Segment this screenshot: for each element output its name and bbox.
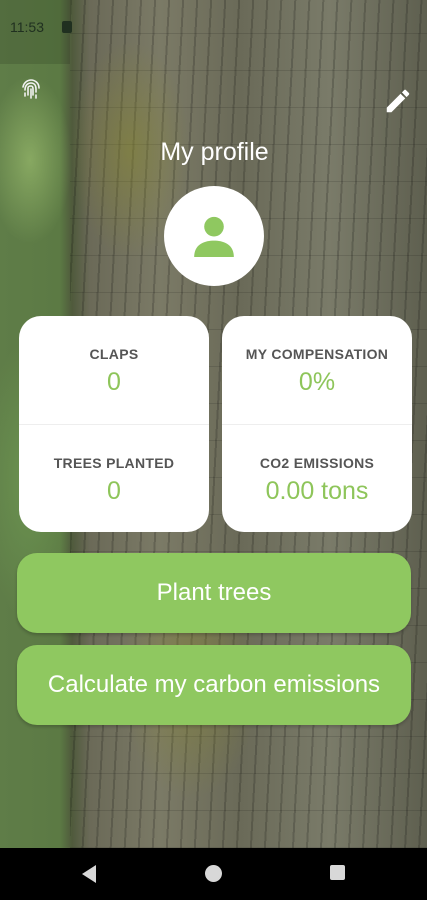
calculate-emissions-button[interactable]: Calculate my carbon emissions	[17, 645, 411, 725]
status-notification-icon	[62, 21, 72, 33]
claps-stat: CLAPS 0	[19, 316, 209, 424]
co2-emissions-label: CO2 EMISSIONS	[259, 455, 375, 471]
trees-planted-stat: TREES PLANTED 0	[19, 424, 209, 533]
trees-planted-value: 0	[107, 477, 121, 505]
plant-trees-button[interactable]: Plant trees	[17, 553, 411, 633]
system-nav-bar	[0, 848, 427, 900]
pencil-icon[interactable]	[383, 86, 413, 116]
compensation-stat: MY COMPENSATION 0%	[222, 316, 412, 424]
status-time: 11:53	[10, 19, 44, 35]
avatar[interactable]	[164, 186, 264, 286]
back-icon[interactable]	[82, 865, 96, 883]
claps-label: CLAPS	[89, 346, 139, 362]
fingerprint-icon[interactable]	[20, 78, 42, 102]
stats-card-right: MY COMPENSATION 0% CO2 EMISSIONS 0.00 to…	[222, 316, 412, 532]
page-title: My profile	[160, 138, 269, 166]
compensation-value: 0%	[298, 368, 336, 396]
co2-emissions-stat: CO2 EMISSIONS 0.00 tons	[222, 424, 412, 533]
person-icon	[194, 216, 234, 257]
claps-value: 0	[107, 368, 121, 396]
status-bar: 11:53	[0, 0, 72, 64]
compensation-label: MY COMPENSATION	[245, 346, 389, 362]
home-icon[interactable]	[205, 865, 222, 882]
recent-apps-icon[interactable]	[330, 865, 345, 880]
stats-card-left: CLAPS 0 TREES PLANTED 0	[19, 316, 209, 532]
co2-emissions-value: 0.00 tons	[265, 477, 369, 505]
trees-planted-label: TREES PLANTED	[53, 455, 175, 471]
